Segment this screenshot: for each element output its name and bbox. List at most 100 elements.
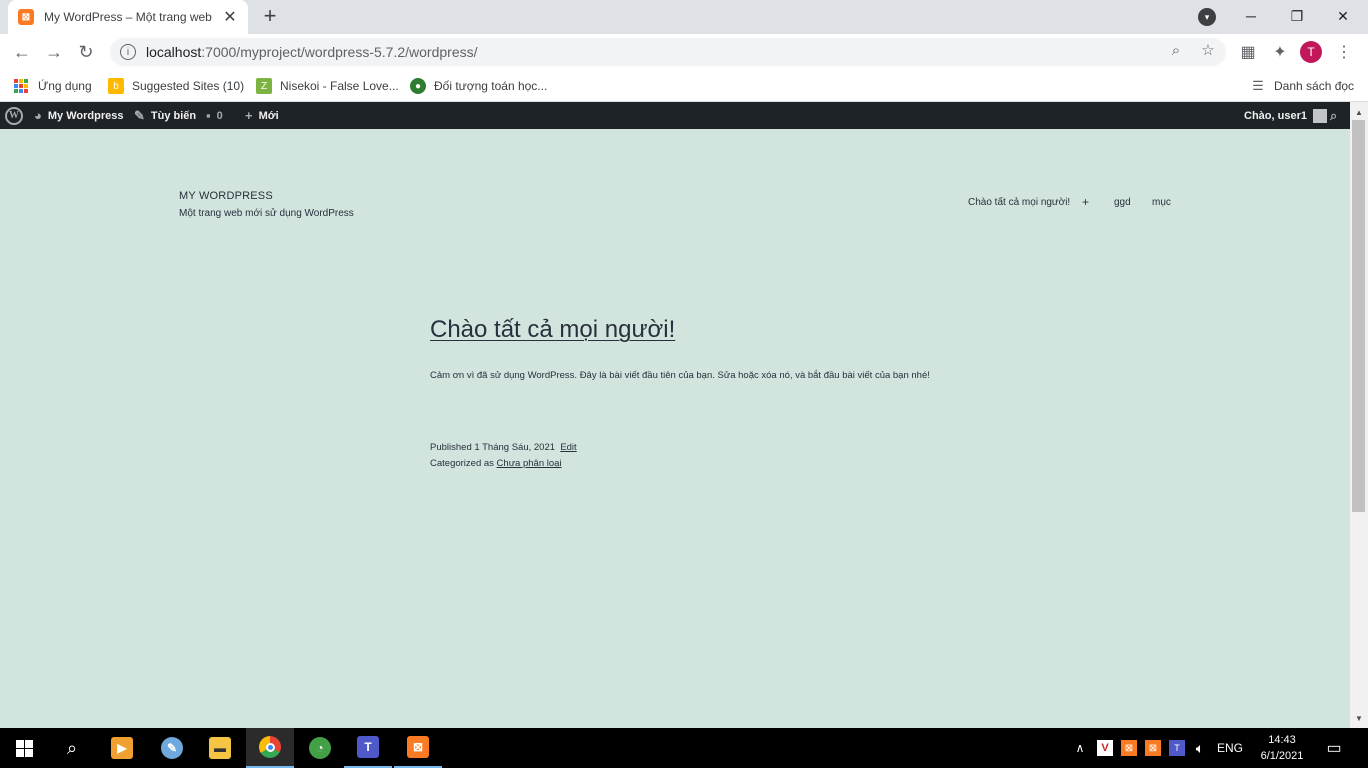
taskbar-file-explorer-icon[interactable]: ▬ bbox=[196, 728, 244, 768]
published-prefix: Published bbox=[430, 442, 472, 453]
close-window-icon[interactable]: ✕ bbox=[1320, 0, 1366, 32]
bookmark-label: Nisekoi - False Love... bbox=[280, 79, 399, 93]
adminbar-site-name[interactable]: ◕ My Wordpress bbox=[34, 102, 123, 129]
bookmark-suggested-sites[interactable]: b Suggested Sites (10) bbox=[108, 76, 244, 96]
clock-date: 6/1/2021 bbox=[1260, 750, 1304, 762]
adminbar-new[interactable]: + Mới bbox=[245, 102, 279, 129]
bookmark-label: Đối tượng toán học... bbox=[434, 79, 548, 93]
forward-icon[interactable]: → bbox=[40, 38, 68, 66]
bookmark-math-objects[interactable]: ● Đối tượng toán học... bbox=[410, 76, 547, 96]
site-name-label: My Wordpress bbox=[47, 109, 124, 122]
globe-icon: ● bbox=[410, 78, 426, 94]
post-published: Published 1 Tháng Sáu, 2021 Edit bbox=[430, 442, 577, 453]
dashboard-icon: ◕ bbox=[34, 108, 42, 123]
customize-label: Tùy biến bbox=[150, 109, 197, 122]
menu-kebab-icon[interactable]: ⋮ bbox=[1332, 40, 1356, 64]
taskbar-search-icon[interactable]: ⌕ bbox=[48, 728, 96, 768]
taskbar-media-player-icon[interactable]: ▶ bbox=[98, 728, 146, 768]
taskbar-paint-icon[interactable]: ✎ bbox=[148, 728, 196, 768]
published-date: 1 Tháng Sáu, 2021 bbox=[474, 442, 556, 453]
z-icon: Z bbox=[256, 78, 272, 94]
brush-icon: ✎ bbox=[134, 107, 145, 123]
page-scrollbar[interactable]: ▲ ▼ bbox=[1350, 102, 1368, 728]
calendar-extension-icon[interactable]: ▦ bbox=[1236, 40, 1260, 64]
xampp-favicon-icon: ⊠ bbox=[18, 9, 34, 25]
tray-overflow-icon[interactable]: ∧ bbox=[1070, 728, 1090, 768]
bookmarks-bar: Ứng dụng b Suggested Sites (10) Z Niseko… bbox=[0, 70, 1368, 102]
bookmark-label: Ứng dụng bbox=[38, 79, 92, 93]
user-avatar bbox=[1312, 108, 1327, 123]
bookmark-apps[interactable]: Ứng dụng bbox=[14, 76, 92, 96]
clock-time: 14:43 bbox=[1268, 734, 1296, 746]
adminbar-search[interactable]: ⌕ bbox=[1330, 102, 1337, 129]
menu-item-muc[interactable]: mục bbox=[1152, 197, 1171, 208]
minimize-icon[interactable]: ─ bbox=[1228, 0, 1274, 32]
tab-search-icon[interactable]: ▾ bbox=[1198, 8, 1216, 26]
address-bar[interactable]: i localhost:7000/myproject/wordpress-5.7… bbox=[110, 38, 1226, 66]
scroll-down-icon[interactable]: ▼ bbox=[1350, 710, 1368, 726]
tray-xampp-icon[interactable]: ⊠ bbox=[1120, 728, 1138, 768]
wordpress-logo-icon: W bbox=[5, 106, 23, 125]
site-description: Một trang web mới sử dụng WordPress bbox=[179, 208, 354, 219]
comment-bubble-icon: ▪ bbox=[206, 108, 211, 123]
adminbar-customize[interactable]: ✎ Tùy biến bbox=[134, 102, 196, 129]
profile-avatar[interactable]: T bbox=[1300, 41, 1322, 63]
edit-link[interactable]: Edit bbox=[560, 442, 576, 453]
wp-admin-bar: W ◕ My Wordpress ✎ Tùy biến ▪ 0 + Mới Ch… bbox=[0, 102, 1350, 129]
bing-icon: b bbox=[108, 78, 124, 94]
bookmark-star-icon[interactable]: ☆ bbox=[1198, 40, 1218, 60]
taskbar-xampp-icon[interactable]: ⊠ bbox=[394, 728, 442, 768]
categorized-prefix: Categorized as bbox=[430, 458, 494, 469]
reading-list-icon: ☰ bbox=[1252, 78, 1264, 93]
submenu-expand-icon[interactable]: + bbox=[1082, 195, 1089, 209]
tab-title: My WordPress – Một trang web mới sử dụng… bbox=[44, 10, 214, 24]
tray-vivaldi-icon[interactable]: V bbox=[1096, 728, 1114, 768]
notification-center-icon[interactable]: ▭ bbox=[1320, 728, 1348, 768]
reload-icon[interactable]: ↻ bbox=[72, 38, 100, 66]
system-clock[interactable]: 14:43 6/1/2021 bbox=[1252, 732, 1312, 764]
language-indicator[interactable]: ENG bbox=[1212, 728, 1248, 768]
plus-icon: + bbox=[245, 108, 253, 123]
start-button[interactable] bbox=[0, 728, 48, 768]
menu-item-hello[interactable]: Chào tất cả mọi người! bbox=[968, 197, 1070, 208]
volume-icon[interactable]: 🔈︎ bbox=[1190, 728, 1210, 768]
post-categories: Categorized as Chưa phân loại bbox=[430, 458, 562, 469]
bookmark-label: Suggested Sites (10) bbox=[132, 79, 245, 93]
reading-list-label: Danh sách đọc bbox=[1274, 79, 1355, 93]
scrollbar-thumb[interactable] bbox=[1352, 120, 1365, 512]
windows-taskbar: ⌕ ▶ ✎ ▬ ◔ T ⊠ ∧ V ⊠ ⊠ T 🔈︎ ENG 14:43 6/1… bbox=[0, 728, 1368, 768]
browser-toolbar: ← → ↻ i localhost:7000/myproject/wordpre… bbox=[0, 34, 1368, 70]
taskbar-teams-icon[interactable]: T bbox=[344, 728, 392, 768]
tab-strip: ⊠ My WordPress – Một trang web mới sử dụ… bbox=[0, 0, 1368, 34]
category-link[interactable]: Chưa phân loại bbox=[497, 458, 562, 469]
adminbar-comments[interactable]: ▪ 0 bbox=[206, 102, 223, 129]
comments-count: 0 bbox=[216, 109, 223, 122]
bookmark-nisekoi[interactable]: Z Nisekoi - False Love... bbox=[256, 76, 399, 96]
taskbar-coccoc-icon[interactable]: ◔ bbox=[296, 728, 344, 768]
tray-xampp-2-icon[interactable]: ⊠ bbox=[1144, 728, 1162, 768]
search-icon: ⌕ bbox=[1330, 107, 1338, 123]
apps-grid-icon bbox=[14, 79, 28, 93]
scroll-up-icon[interactable]: ▲ bbox=[1350, 104, 1368, 120]
site-title[interactable]: MY WORDPRESS bbox=[179, 190, 273, 202]
post-body: Cảm ơn vì đã sử dụng WordPress. Đây là b… bbox=[430, 370, 930, 381]
reading-list[interactable]: ☰ Danh sách đọc bbox=[1250, 76, 1354, 96]
post-title[interactable]: Chào tất cả mọi người! bbox=[430, 316, 675, 344]
zoom-search-icon[interactable]: ⌕ bbox=[1166, 40, 1186, 60]
taskbar-chrome-icon[interactable] bbox=[246, 728, 294, 768]
new-tab-button[interactable]: + bbox=[258, 5, 282, 29]
menu-item-ggd[interactable]: ggd bbox=[1114, 197, 1131, 208]
windows-logo-icon bbox=[15, 739, 33, 757]
close-tab-icon[interactable]: ✕ bbox=[222, 7, 238, 27]
back-icon[interactable]: ← bbox=[8, 38, 36, 66]
wp-logo-menu[interactable]: W bbox=[5, 102, 23, 129]
tray-teams-icon[interactable]: T bbox=[1168, 728, 1186, 768]
extensions-puzzle-icon[interactable]: ✦ bbox=[1268, 40, 1292, 64]
greeting-label: Chào, user1 bbox=[1244, 109, 1307, 122]
restore-icon[interactable]: ❐ bbox=[1274, 0, 1320, 32]
site-info-icon[interactable]: i bbox=[120, 44, 136, 60]
adminbar-my-account[interactable]: Chào, user1 bbox=[1244, 102, 1327, 129]
browser-tab[interactable]: ⊠ My WordPress – Một trang web mới sử dụ… bbox=[8, 0, 248, 34]
new-label: Mới bbox=[258, 109, 279, 122]
url-text: localhost:7000/myproject/wordpress-5.7.2… bbox=[146, 44, 478, 60]
